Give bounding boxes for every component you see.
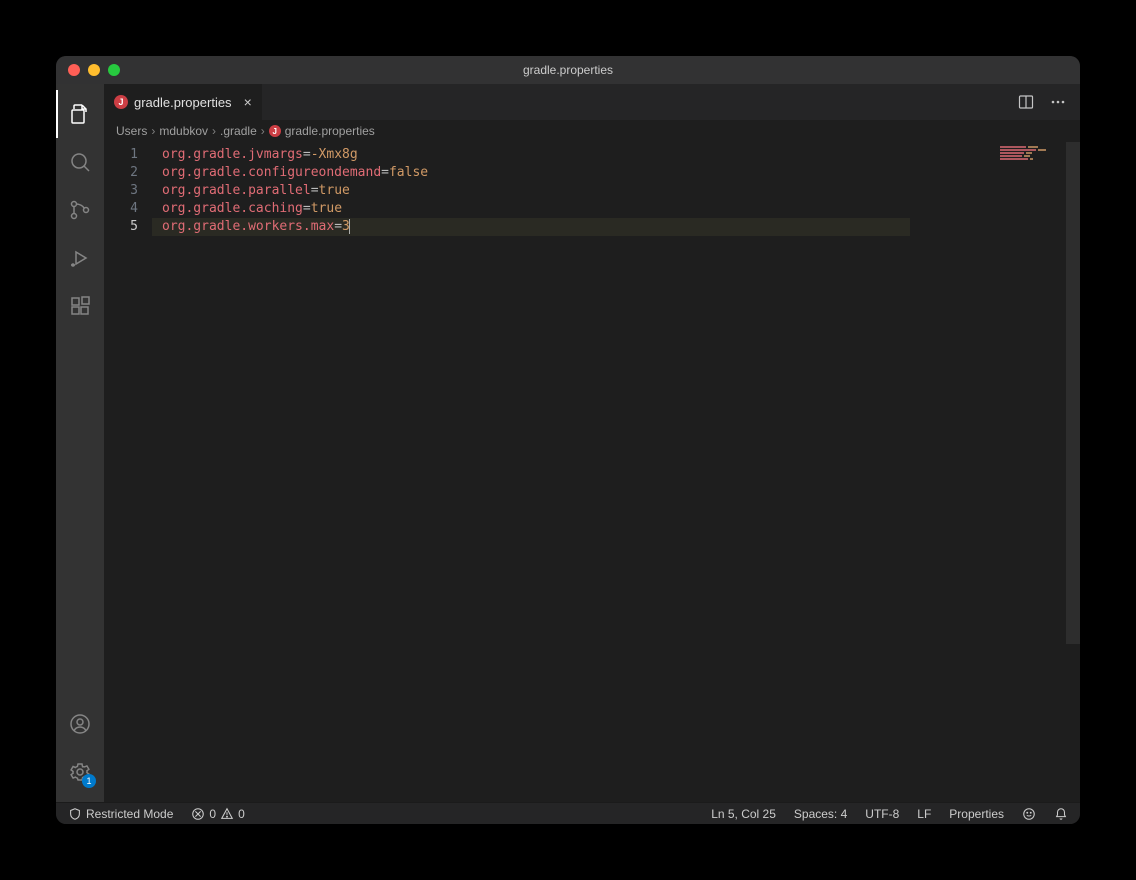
properties-file-icon: J [269, 125, 281, 137]
main-area: 1 J gradle.properties × [56, 84, 1080, 802]
tab-label: gradle.properties [134, 95, 232, 110]
problems-status[interactable]: 0 0 [187, 807, 248, 821]
notifications-bell-icon[interactable] [1050, 807, 1072, 821]
breadcrumb-item[interactable]: .gradle [220, 124, 257, 138]
code-line[interactable]: org.gradle.caching=true [162, 200, 970, 218]
properties-file-icon: J [114, 95, 128, 109]
minimize-window-button[interactable] [88, 64, 100, 76]
explorer-icon[interactable] [56, 90, 104, 138]
close-tab-icon[interactable]: × [244, 95, 252, 109]
source-control-icon[interactable] [56, 186, 104, 234]
breadcrumb-item[interactable]: J gradle.properties [269, 124, 375, 138]
code-line[interactable]: org.gradle.workers.max=3 [152, 218, 910, 236]
indentation-status[interactable]: Spaces: 4 [790, 807, 851, 821]
settings-badge: 1 [82, 774, 96, 788]
more-actions-icon[interactable] [1044, 88, 1072, 116]
restricted-mode-status[interactable]: Restricted Mode [64, 807, 177, 821]
encoding-status[interactable]: UTF-8 [861, 807, 903, 821]
search-icon[interactable] [56, 138, 104, 186]
scrollbar-thumb[interactable] [1066, 142, 1080, 644]
run-debug-icon[interactable] [56, 234, 104, 282]
maximize-window-button[interactable] [108, 64, 120, 76]
code-line[interactable]: org.gradle.jvmargs=-Xmx8g [162, 146, 970, 164]
minimap[interactable] [970, 142, 1080, 802]
scrollbar[interactable] [1066, 142, 1080, 802]
code-line[interactable]: org.gradle.configureondemand=false [162, 164, 970, 182]
tab-gradle-properties[interactable]: J gradle.properties × [104, 84, 263, 120]
chevron-right-icon: › [261, 124, 265, 138]
traffic-lights [56, 64, 120, 76]
split-editor-icon[interactable] [1012, 88, 1040, 116]
breadcrumb-item[interactable]: Users [116, 124, 147, 138]
breadcrumb-item[interactable]: mdubkov [159, 124, 208, 138]
close-window-button[interactable] [68, 64, 80, 76]
activity-bar: 1 [56, 84, 104, 802]
extensions-icon[interactable] [56, 282, 104, 330]
code-content[interactable]: org.gradle.jvmargs=-Xmx8gorg.gradle.conf… [152, 142, 970, 802]
feedback-icon[interactable] [1018, 807, 1040, 821]
code-line[interactable]: org.gradle.parallel=true [162, 182, 970, 200]
window-title: gradle.properties [56, 63, 1080, 77]
minimap-content [1000, 146, 1060, 161]
line-number-gutter[interactable]: 12345 [104, 142, 152, 802]
text-cursor [349, 219, 350, 234]
chevron-right-icon: › [151, 124, 155, 138]
chevron-right-icon: › [212, 124, 216, 138]
editor-area: J gradle.properties × Users › mdubk [104, 84, 1080, 802]
settings-gear-icon[interactable]: 1 [56, 748, 104, 796]
eol-status[interactable]: LF [913, 807, 935, 821]
editor-body[interactable]: 12345 org.gradle.jvmargs=-Xmx8gorg.gradl… [104, 142, 1080, 802]
cursor-position-status[interactable]: Ln 5, Col 25 [707, 807, 780, 821]
title-bar[interactable]: gradle.properties [56, 56, 1080, 84]
window: gradle.properties [56, 56, 1080, 824]
language-mode-status[interactable]: Properties [945, 807, 1008, 821]
breadcrumbs[interactable]: Users › mdubkov › .gradle › J gradle.pro… [104, 120, 1080, 142]
status-bar: Restricted Mode 0 0 Ln 5, Col 25 Spaces:… [56, 802, 1080, 824]
accounts-icon[interactable] [56, 700, 104, 748]
tab-bar: J gradle.properties × [104, 84, 1080, 120]
